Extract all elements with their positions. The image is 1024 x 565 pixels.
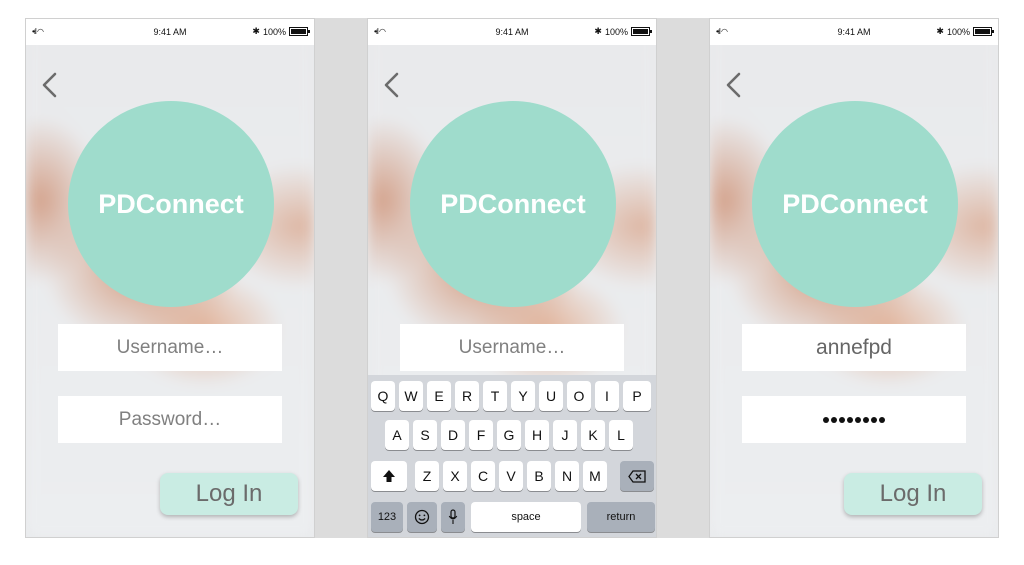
key-i[interactable]: I	[595, 381, 619, 411]
bluetooth-icon: ✱	[252, 26, 260, 36]
password-placeholder: Password…	[118, 408, 222, 430]
key-s[interactable]: S	[413, 420, 437, 450]
key-h[interactable]: H	[525, 420, 549, 450]
key-x[interactable]: X	[443, 461, 467, 491]
key-t[interactable]: T	[483, 381, 507, 411]
password-dot	[839, 416, 845, 423]
key-f[interactable]: F	[469, 420, 493, 450]
bluetooth-icon: ✱	[594, 26, 602, 36]
key-v[interactable]: V	[499, 461, 523, 491]
battery-percent: 100%	[262, 26, 286, 37]
back-chevron-icon[interactable]	[382, 71, 400, 99]
key-b[interactable]: B	[527, 461, 551, 491]
numbers-key[interactable]: 123	[371, 502, 403, 532]
onscreen-keyboard: Q W E R T Y U O I P A S D F G H J K L Z …	[368, 375, 656, 537]
shift-key[interactable]	[371, 461, 407, 491]
app-logo: PDConnect	[410, 101, 616, 307]
password-dot	[831, 416, 837, 423]
emoji-key[interactable]	[407, 502, 437, 532]
username-input[interactable]: annefpd	[742, 324, 966, 371]
battery-percent: 100%	[604, 26, 628, 37]
gap-divider-1	[315, 18, 367, 538]
username-input[interactable]: Username…	[58, 324, 282, 371]
login-screen-filled: •ıl ◠ 9:41 AM ✱ 100% PDConnect annefpd L…	[709, 18, 999, 538]
delete-key[interactable]	[620, 461, 654, 491]
key-c[interactable]: C	[471, 461, 495, 491]
back-chevron-icon[interactable]	[40, 71, 58, 99]
password-dot	[855, 416, 861, 423]
password-dot	[879, 416, 885, 423]
key-a[interactable]: A	[385, 420, 409, 450]
battery-icon	[973, 27, 994, 36]
key-n[interactable]: N	[555, 461, 579, 491]
smiley-icon	[414, 509, 430, 525]
key-g[interactable]: G	[497, 420, 521, 450]
key-u[interactable]: U	[539, 381, 563, 411]
status-bar: •ıl ◠ 9:41 AM ✱ 100%	[710, 19, 998, 45]
battery-icon	[631, 27, 652, 36]
keyboard-row-1: Q W E R T Y U O I P	[368, 381, 656, 411]
username-placeholder: Username…	[116, 336, 224, 358]
username-value: annefpd	[816, 335, 892, 359]
key-m[interactable]: M	[583, 461, 607, 491]
key-j[interactable]: J	[553, 420, 577, 450]
password-dot	[863, 416, 869, 423]
keyboard-row-3: Z X C V B N M	[368, 461, 656, 491]
bluetooth-icon: ✱	[936, 26, 944, 36]
keyboard-row-2: A S D F G H J K L	[368, 420, 656, 450]
shift-icon	[383, 470, 395, 482]
battery-icon	[289, 27, 310, 36]
key-k[interactable]: K	[581, 420, 605, 450]
app-name: PDConnect	[440, 188, 586, 219]
key-d[interactable]: D	[441, 420, 465, 450]
microphone-key[interactable]	[441, 502, 465, 532]
key-r[interactable]: R	[455, 381, 479, 411]
password-dot	[871, 416, 877, 423]
app-logo: PDConnect	[752, 101, 958, 307]
return-key[interactable]: return	[587, 502, 655, 532]
key-w[interactable]: W	[399, 381, 423, 411]
password-input[interactable]: Password…	[58, 396, 282, 443]
gap-divider-2	[657, 18, 709, 538]
username-placeholder: Username…	[458, 336, 566, 358]
password-dot	[847, 416, 853, 423]
key-z[interactable]: Z	[415, 461, 439, 491]
password-input[interactable]	[742, 396, 966, 443]
app-name: PDConnect	[782, 188, 928, 219]
key-o[interactable]: O	[567, 381, 591, 411]
key-e[interactable]: E	[427, 381, 451, 411]
login-button[interactable]: Log In	[844, 473, 982, 515]
login-screen-keyboard: •ıl ◠ 9:41 AM ✱ 100% PDConnect Username……	[367, 18, 657, 538]
status-bar: •ıl ◠ 9:41 AM ✱ 100%	[368, 19, 656, 45]
battery-percent: 100%	[946, 26, 970, 37]
space-key[interactable]: space	[471, 502, 581, 532]
status-bar: •ıl ◠ 9:41 AM ✱ 100%	[26, 19, 314, 45]
key-l[interactable]: L	[609, 420, 633, 450]
microphone-icon	[448, 509, 458, 524]
back-chevron-icon[interactable]	[724, 71, 742, 99]
username-input[interactable]: Username…	[400, 324, 624, 371]
backspace-icon	[628, 469, 646, 483]
key-q[interactable]: Q	[371, 381, 395, 411]
key-y[interactable]: Y	[511, 381, 535, 411]
app-name: PDConnect	[98, 188, 244, 219]
password-dot	[823, 416, 829, 423]
login-screen-empty: •ıl ◠ 9:41 AM ✱ 100% PDConnect Username……	[25, 18, 315, 538]
key-p[interactable]: P	[623, 381, 651, 411]
keyboard-row-4: 123 space return	[368, 502, 656, 532]
app-logo: PDConnect	[68, 101, 274, 307]
login-button[interactable]: Log In	[160, 473, 298, 515]
password-masked-value	[823, 416, 885, 423]
